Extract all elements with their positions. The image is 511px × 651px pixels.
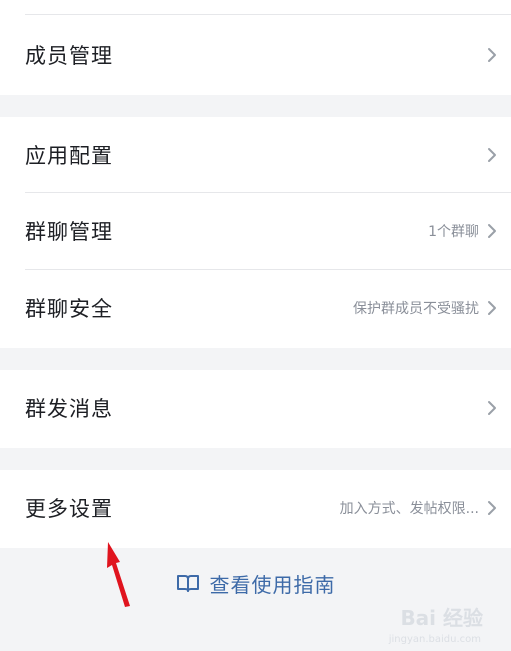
watermark-url: jingyan.baidu.com [388, 634, 481, 645]
row-value: 保护群成员不受骚扰 [353, 301, 479, 317]
row-group-chat-security[interactable]: 群聊安全 保护群成员不受骚扰 [0, 270, 511, 346]
group-members: 成员管理 [0, 14, 511, 95]
row-member-management[interactable]: 成员管理 [0, 17, 511, 93]
row-label: 群发消息 [25, 397, 113, 421]
row-value: 加入方式、发帖权限... [339, 501, 479, 517]
row-label: 群聊安全 [25, 297, 113, 321]
row-broadcast-message[interactable]: 群发消息 [0, 370, 511, 446]
row-label: 更多设置 [25, 497, 113, 521]
settings-page: 成员管理 应用配置 群聊管理 1个群聊 群聊安全 保护群成员不受骚扰 群发消息 … [0, 0, 511, 651]
row-app-config[interactable]: 应用配置 [0, 117, 511, 193]
usage-guide-label: 查看使用指南 [209, 572, 336, 597]
row-label: 成员管理 [25, 44, 113, 68]
chevron-right-icon [485, 399, 499, 417]
divider [25, 14, 511, 15]
row-value: 1个群聊 [428, 224, 479, 240]
watermark: Bai 经验 jingyan.baidu.com [389, 602, 483, 645]
chevron-right-icon [485, 299, 499, 317]
row-label: 群聊管理 [25, 220, 113, 244]
group-config: 应用配置 群聊管理 1个群聊 群聊安全 保护群成员不受骚扰 [0, 117, 511, 348]
group-more-settings: 更多设置 加入方式、发帖权限... [0, 470, 511, 548]
row-more-settings[interactable]: 更多设置 加入方式、发帖权限... [0, 470, 511, 546]
annotation-arrow [107, 542, 130, 607]
group-broadcast: 群发消息 [0, 370, 511, 448]
row-label: 应用配置 [25, 144, 113, 168]
chevron-right-icon [485, 46, 499, 64]
book-icon [176, 573, 200, 593]
row-group-chat-management[interactable]: 群聊管理 1个群聊 [0, 193, 511, 269]
watermark-brand: Bai 经验 [400, 606, 483, 630]
chevron-right-icon [485, 146, 499, 164]
chevron-right-icon [485, 499, 499, 517]
chevron-right-icon [485, 222, 499, 240]
